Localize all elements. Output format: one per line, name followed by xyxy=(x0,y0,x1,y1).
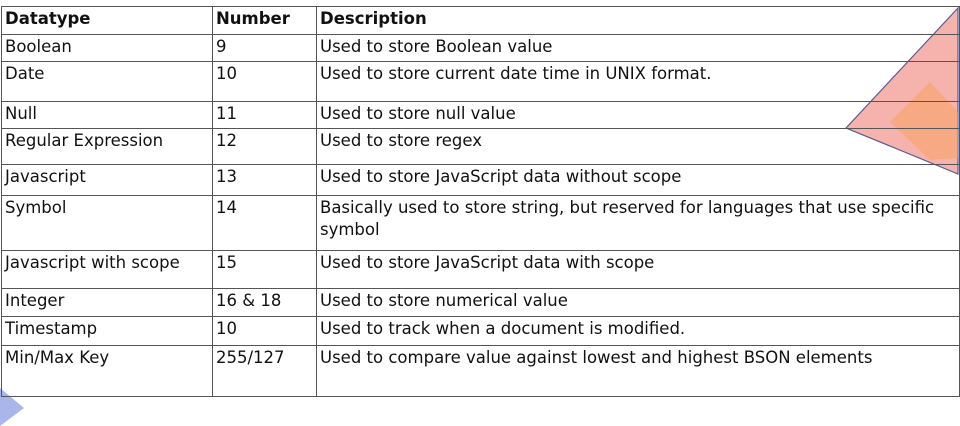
table-header-row: Datatype Number Description xyxy=(1,6,960,35)
table-row: Date 10 Used to store current date time … xyxy=(1,61,960,102)
cell-number: 10 xyxy=(212,61,317,102)
cell-description: Used to store numerical value xyxy=(316,288,960,317)
table-row: Javascript with scope 15 Used to store J… xyxy=(1,250,960,289)
table-row: Null 11 Used to store null value xyxy=(1,101,960,129)
cell-datatype: Timestamp xyxy=(1,316,213,346)
cell-number: 16 & 18 xyxy=(212,288,317,317)
table-row: Integer 16 & 18 Used to store numerical … xyxy=(1,288,960,317)
header-number: Number xyxy=(212,6,317,35)
cell-number: 10 xyxy=(212,316,317,346)
cell-datatype: Boolean xyxy=(1,34,213,62)
cell-number: 14 xyxy=(212,195,317,251)
datatype-table: Datatype Number Description Boolean 9 Us… xyxy=(1,6,960,397)
cell-description: Used to store Boolean value xyxy=(316,34,960,62)
cell-datatype: Min/Max Key xyxy=(1,345,213,397)
header-datatype: Datatype xyxy=(1,6,213,35)
table-row: Boolean 9 Used to store Boolean value xyxy=(1,34,960,62)
cell-description: Used to track when a document is modifie… xyxy=(316,316,960,346)
cell-number: 13 xyxy=(212,164,317,196)
cell-number: 255/127 xyxy=(212,345,317,397)
table-row: Regular Expression 12 Used to store rege… xyxy=(1,128,960,165)
table-row: Symbol 14 Basically used to store string… xyxy=(1,195,960,251)
cell-description: Used to store JavaScript data without sc… xyxy=(316,164,960,196)
table-row: Javascript 13 Used to store JavaScript d… xyxy=(1,164,960,196)
cell-datatype: Regular Expression xyxy=(1,128,213,165)
header-description: Description xyxy=(316,6,960,35)
cell-number: 11 xyxy=(212,101,317,129)
cell-description: Basically used to store string, but rese… xyxy=(316,195,960,251)
cell-description: Used to store regex xyxy=(316,128,960,165)
cell-datatype: Javascript with scope xyxy=(1,250,213,289)
table-row: Min/Max Key 255/127 Used to compare valu… xyxy=(1,345,960,397)
table-row: Timestamp 10 Used to track when a docume… xyxy=(1,316,960,346)
cell-datatype: Date xyxy=(1,61,213,102)
cell-datatype: Javascript xyxy=(1,164,213,196)
cell-datatype: Null xyxy=(1,101,213,129)
cell-number: 15 xyxy=(212,250,317,289)
cell-description: Used to compare value against lowest and… xyxy=(316,345,960,397)
cell-description: Used to store null value xyxy=(316,101,960,129)
cell-description: Used to store current date time in UNIX … xyxy=(316,61,960,102)
cell-number: 12 xyxy=(212,128,317,165)
cell-number: 9 xyxy=(212,34,317,62)
cell-datatype: Integer xyxy=(1,288,213,317)
cell-description: Used to store JavaScript data with scope xyxy=(316,250,960,289)
cell-datatype: Symbol xyxy=(1,195,213,251)
